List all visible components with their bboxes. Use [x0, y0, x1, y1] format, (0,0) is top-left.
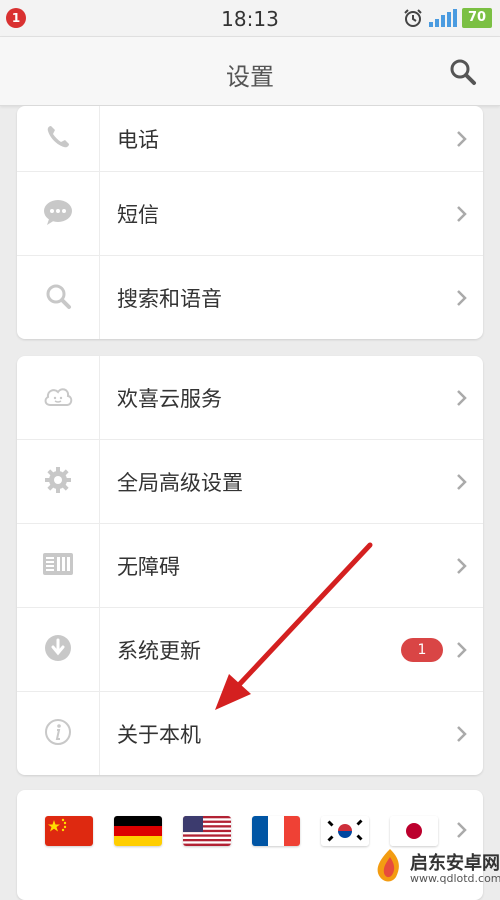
settings-item-advanced[interactable]: 全局高级设置	[17, 440, 483, 524]
chevron-right-icon	[457, 473, 467, 490]
settings-item-label: 系统更新	[117, 638, 201, 663]
china-flag[interactable]	[45, 816, 93, 846]
settings-item-phone[interactable]: 电话	[17, 106, 483, 172]
settings-group-system: 欢喜云服务 全局高级设置 无障碍 系统更新 1 关于本机	[17, 356, 483, 775]
settings-item-system-update[interactable]: 系统更新 1	[17, 608, 483, 692]
settings-item-about-phone[interactable]: 关于本机	[17, 692, 483, 775]
status-bar: 1 18:13 70	[0, 0, 500, 37]
accessibility-icon	[43, 552, 73, 579]
chevron-right-icon[interactable]	[455, 820, 469, 840]
message-icon	[43, 199, 73, 229]
app-header: 设置	[0, 37, 500, 106]
settings-item-label: 短信	[117, 202, 159, 227]
clock: 18:13	[221, 7, 279, 31]
settings-item-accessibility[interactable]: 无障碍	[17, 524, 483, 608]
france-flag[interactable]	[252, 816, 300, 846]
settings-item-label: 电话	[117, 127, 159, 152]
watermark-url: www.qdlotd.com	[410, 872, 500, 885]
chevron-right-icon	[457, 389, 467, 406]
settings-item-label: 无障碍	[117, 554, 180, 579]
chevron-right-icon	[457, 725, 467, 742]
settings-item-label: 搜索和语音	[117, 286, 222, 311]
watermark-logo-icon	[377, 849, 399, 882]
chevron-right-icon	[457, 130, 467, 147]
settings-item-cloud[interactable]: 欢喜云服务	[17, 356, 483, 440]
battery-icon: 70	[462, 8, 492, 28]
settings-group-communication: 电话 短信 搜索和语音	[17, 106, 483, 339]
settings-item-label: 关于本机	[117, 722, 201, 747]
signal-icon	[429, 9, 457, 31]
settings-item-label: 全局高级设置	[117, 470, 243, 495]
chevron-right-icon	[457, 205, 467, 222]
search-icon[interactable]	[448, 57, 478, 87]
phone-icon	[45, 124, 71, 154]
cloud-icon	[42, 385, 74, 411]
page-title: 设置	[226, 63, 274, 91]
settings-item-label: 欢喜云服务	[117, 386, 222, 411]
watermark: 启东安卓网 www.qdlotd.com	[370, 845, 500, 889]
alarm-icon	[403, 8, 423, 32]
chevron-right-icon	[457, 557, 467, 574]
chevron-right-icon	[457, 289, 467, 306]
germany-flag[interactable]	[114, 816, 162, 846]
settings-item-search-voice[interactable]: 搜索和语音	[17, 256, 483, 339]
usa-flag[interactable]	[183, 816, 231, 846]
download-icon	[44, 634, 72, 666]
gear-icon	[44, 466, 72, 498]
korea-flag[interactable]	[321, 816, 369, 846]
info-icon	[44, 718, 72, 750]
search-icon	[44, 282, 72, 314]
update-count-badge: 1	[401, 637, 443, 662]
japan-flag[interactable]	[390, 816, 438, 846]
settings-item-sms[interactable]: 短信	[17, 172, 483, 256]
chevron-right-icon	[457, 641, 467, 658]
